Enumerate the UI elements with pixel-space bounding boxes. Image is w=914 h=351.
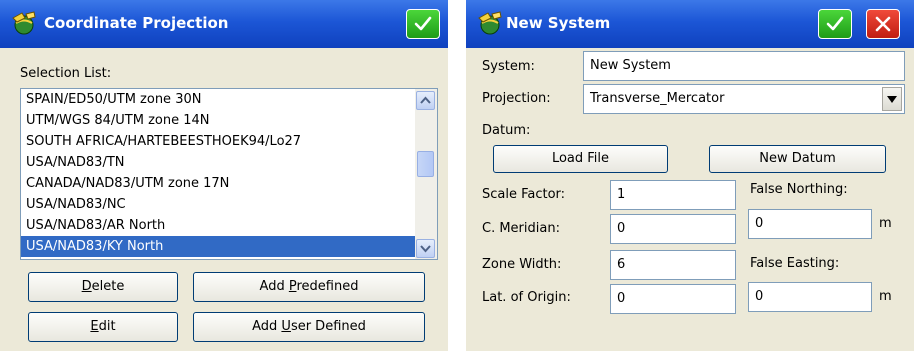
false-northing-unit: m	[879, 216, 892, 231]
dropdown-arrow-button[interactable]	[882, 87, 902, 111]
c-meridian-label: C. Meridian:	[482, 221, 560, 236]
scroll-down-button[interactable]	[416, 239, 435, 258]
chevron-down-icon	[887, 96, 897, 103]
list-item[interactable]: USA/NAD83/KY North	[21, 236, 415, 257]
scale-factor-field[interactable]: 1	[610, 180, 736, 210]
add-predefined-button[interactable]: Add Predefined	[193, 272, 425, 302]
system-label: System:	[482, 59, 535, 74]
false-northing-label: False Northing:	[750, 182, 848, 197]
c-meridian-field[interactable]: 0	[610, 214, 736, 244]
ok-button[interactable]	[406, 9, 440, 39]
delete-mnemonic: D	[81, 279, 92, 294]
zone-width-label: Zone Width:	[482, 257, 562, 272]
delete-label: elete	[91, 279, 125, 294]
scale-factor-label: Scale Factor:	[482, 187, 566, 202]
load-file-button[interactable]: Load File	[493, 145, 668, 173]
selection-listbox[interactable]: SPAIN/ED50/UTM zone 30N UTM/WGS 84/UTM zo…	[20, 88, 438, 260]
list-item[interactable]: CANADA/NAD83/UTM zone 17N	[21, 173, 415, 194]
close-x-icon	[875, 16, 891, 32]
title-bar: Coordinate Projection	[0, 0, 448, 48]
title-bar: New System	[466, 0, 914, 48]
cancel-button[interactable]	[866, 9, 900, 39]
add-user-defined-button[interactable]: Add User Defined	[193, 312, 425, 342]
edit-mnemonic: E	[90, 319, 99, 334]
add-predefined-label: redefined	[296, 279, 359, 294]
list-item[interactable]: UTM/WGS 84/UTM zone 14N	[21, 110, 415, 131]
list-item[interactable]: USA/NAD83/NC	[21, 194, 415, 215]
system-name-field[interactable]: New System	[583, 51, 905, 81]
lat-of-origin-label: Lat. of Origin:	[482, 290, 571, 305]
projection-dropdown[interactable]: Transverse_Mercator	[583, 84, 905, 114]
ok-button[interactable]	[818, 9, 852, 39]
satellite-globe-icon	[478, 11, 502, 35]
edit-label: dit	[98, 319, 116, 334]
scroll-up-button[interactable]	[416, 91, 435, 110]
new-system-window: New System System: New System Projection…	[466, 0, 914, 351]
chevron-down-icon	[420, 245, 431, 253]
edit-button[interactable]: Edit	[28, 312, 178, 342]
selection-list-label: Selection List:	[20, 66, 112, 81]
projection-label: Projection:	[482, 91, 551, 106]
window-title: Coordinate Projection	[44, 14, 229, 32]
datum-label: Datum:	[482, 123, 531, 138]
add-predefined-prefix: Add	[259, 279, 289, 294]
false-northing-field[interactable]: 0	[748, 209, 872, 239]
window-title: New System	[506, 14, 611, 32]
add-user-defined-label: ser Defined	[290, 319, 366, 334]
coordinate-projection-window: Coordinate Projection Selection List: SP…	[0, 0, 448, 351]
chevron-up-icon	[420, 96, 431, 104]
new-datum-button[interactable]: New Datum	[709, 145, 886, 173]
list-items: SPAIN/ED50/UTM zone 30N UTM/WGS 84/UTM zo…	[21, 89, 415, 259]
checkmark-icon	[826, 16, 844, 31]
scroll-thumb[interactable]	[417, 151, 434, 177]
satellite-globe-icon	[12, 11, 36, 35]
vertical-scrollbar[interactable]	[415, 89, 437, 259]
lat-of-origin-field[interactable]: 0	[610, 284, 736, 314]
false-easting-field[interactable]: 0	[748, 282, 872, 312]
false-easting-label: False Easting:	[750, 256, 840, 271]
zone-width-field[interactable]: 6	[610, 250, 736, 280]
list-item[interactable]: SOUTH AFRICA/HARTEBEESTHOEK94/Lo27	[21, 131, 415, 152]
list-item[interactable]: SPAIN/ED50/UTM zone 30N	[21, 89, 415, 110]
list-item[interactable]: USA/NAD83/CA West	[21, 257, 415, 259]
add-user-defined-mnemonic: U	[281, 319, 291, 334]
add-user-defined-prefix: Add	[252, 319, 282, 334]
list-item[interactable]: USA/NAD83/AR North	[21, 215, 415, 236]
false-easting-unit: m	[879, 289, 892, 304]
delete-button[interactable]: Delete	[28, 272, 178, 302]
checkmark-icon	[414, 16, 432, 31]
list-item[interactable]: USA/NAD83/TN	[21, 152, 415, 173]
projection-value: Transverse_Mercator	[590, 91, 725, 106]
